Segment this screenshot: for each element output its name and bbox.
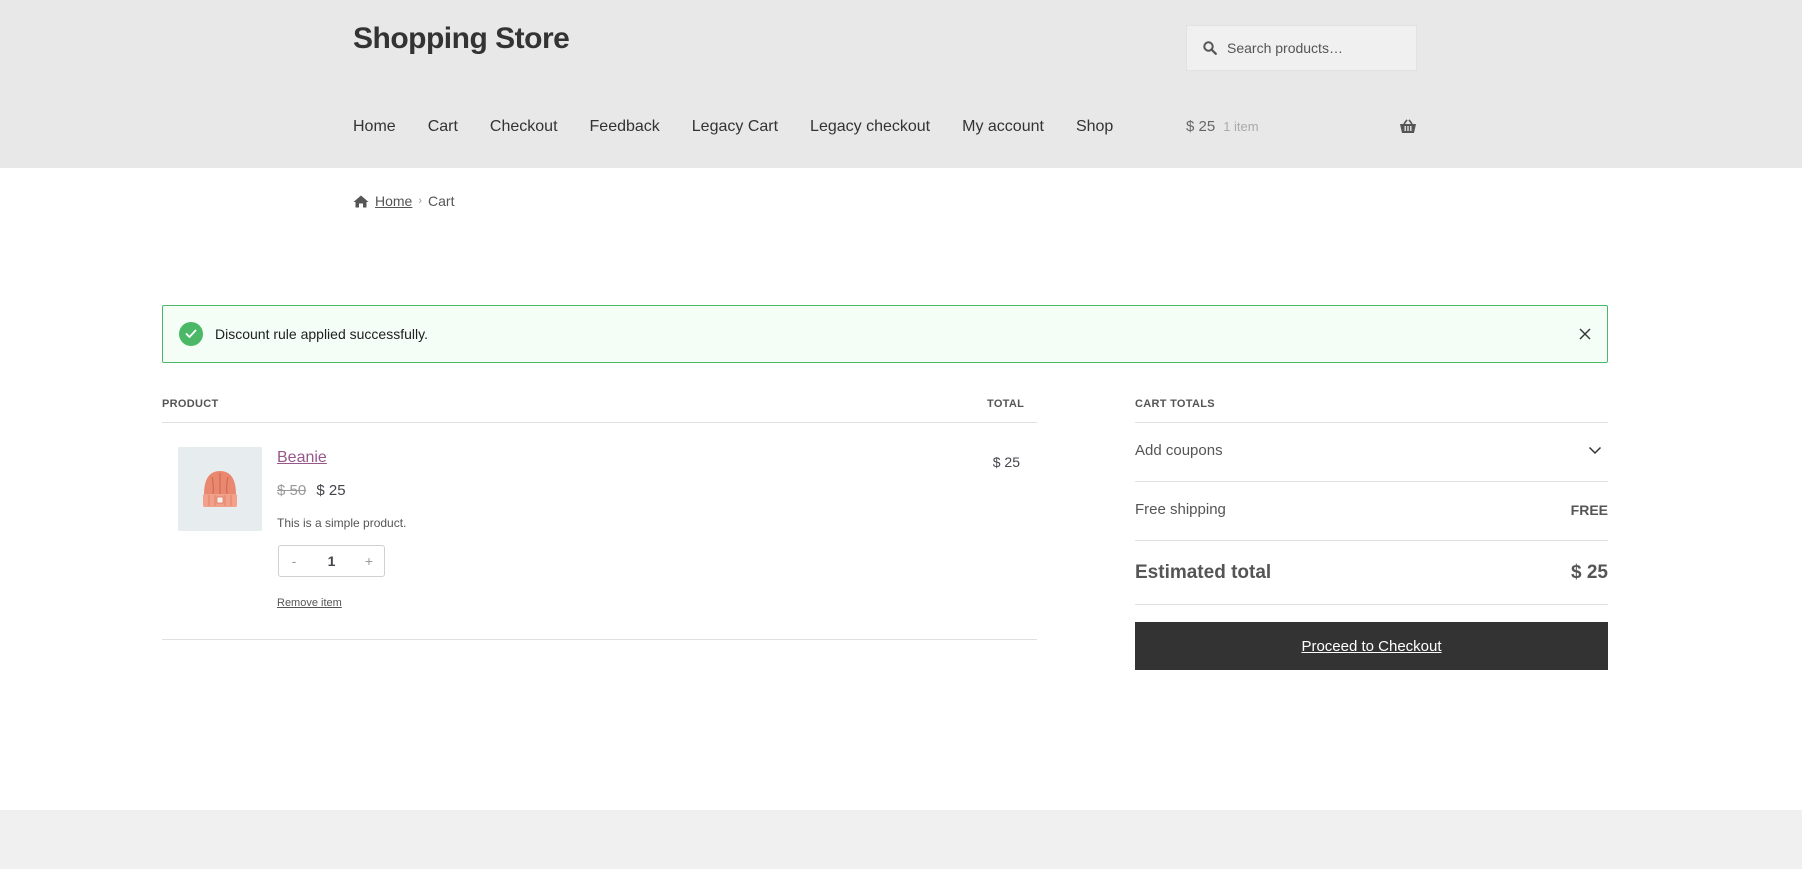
table-header-divider bbox=[162, 422, 1037, 423]
nav-item-home[interactable]: Home bbox=[353, 118, 396, 136]
chevron-down-icon bbox=[1588, 446, 1602, 455]
product-price: $ 50 $ 25 bbox=[277, 482, 346, 499]
totals-divider bbox=[1135, 422, 1608, 423]
table-footer-divider bbox=[162, 639, 1037, 640]
primary-nav: Home Cart Checkout Feedback Legacy Cart … bbox=[353, 118, 1113, 136]
home-icon bbox=[353, 195, 369, 207]
line-total: $ 25 bbox=[992, 454, 1020, 470]
totals-divider bbox=[1135, 540, 1608, 541]
column-header-product: PRODUCT bbox=[162, 398, 219, 410]
breadcrumb: Home › Cart bbox=[353, 193, 454, 209]
notice-message: Discount rule applied successfully. bbox=[215, 326, 428, 342]
nav-item-legacy-checkout[interactable]: Legacy checkout bbox=[810, 118, 930, 136]
quantity-input[interactable] bbox=[311, 552, 352, 570]
site-header: Shopping Store Home Cart Checkout Feedba… bbox=[0, 0, 1802, 168]
nav-item-my-account[interactable]: My account bbox=[962, 118, 1044, 136]
shipping-row: Free shipping FREE bbox=[1135, 501, 1608, 518]
breadcrumb-separator: › bbox=[418, 195, 423, 207]
beanie-image bbox=[203, 471, 237, 507]
search-icon bbox=[1203, 41, 1217, 55]
estimated-total-label: Estimated total bbox=[1135, 562, 1272, 583]
site-title[interactable]: Shopping Store bbox=[353, 22, 570, 56]
product-thumbnail[interactable] bbox=[178, 447, 262, 531]
mini-cart-count: 1 item bbox=[1223, 119, 1259, 134]
nav-item-cart[interactable]: Cart bbox=[428, 118, 458, 136]
breadcrumb-home-link[interactable]: Home bbox=[375, 193, 412, 209]
success-notice: Discount rule applied successfully. bbox=[162, 305, 1608, 363]
breadcrumb-current: Cart bbox=[428, 193, 455, 209]
remove-item-link[interactable]: Remove item bbox=[277, 597, 342, 609]
nav-item-legacy-cart[interactable]: Legacy Cart bbox=[692, 118, 778, 136]
site-footer bbox=[0, 810, 1802, 869]
nav-item-checkout[interactable]: Checkout bbox=[490, 118, 558, 136]
regular-price: $ 50 bbox=[277, 482, 307, 499]
estimated-total-row: Estimated total $ 25 bbox=[1135, 562, 1608, 584]
add-coupons-label: Add coupons bbox=[1135, 442, 1223, 459]
close-icon[interactable] bbox=[1579, 328, 1591, 340]
mini-cart[interactable]: $ 25 1 item bbox=[1186, 118, 1417, 135]
quantity-stepper: - + bbox=[278, 545, 385, 577]
totals-divider bbox=[1135, 481, 1608, 482]
mini-cart-amount: $ 25 bbox=[1186, 118, 1216, 135]
shipping-value: FREE bbox=[1570, 501, 1608, 518]
nav-item-shop[interactable]: Shop bbox=[1076, 118, 1113, 136]
basket-icon bbox=[1400, 119, 1416, 133]
product-name-link[interactable]: Beanie bbox=[277, 449, 327, 467]
totals-divider bbox=[1135, 604, 1608, 605]
add-coupons-toggle[interactable]: Add coupons bbox=[1135, 442, 1608, 459]
quantity-increase-button[interactable]: + bbox=[354, 553, 384, 569]
shipping-label: Free shipping bbox=[1135, 501, 1226, 518]
cart-totals-heading: CART TOTALS bbox=[1135, 398, 1215, 410]
search-input[interactable] bbox=[1225, 39, 1405, 57]
nav-item-feedback[interactable]: Feedback bbox=[590, 118, 660, 136]
column-header-total: TOTAL bbox=[987, 398, 1025, 410]
checkmark-icon bbox=[179, 322, 203, 346]
product-description: This is a simple product. bbox=[277, 516, 407, 530]
estimated-total-value: $ 25 bbox=[1571, 562, 1608, 583]
quantity-decrease-button[interactable]: - bbox=[279, 553, 309, 569]
search-box[interactable] bbox=[1186, 25, 1417, 71]
sale-price: $ 25 bbox=[316, 482, 346, 499]
proceed-to-checkout-button[interactable]: Proceed to Checkout bbox=[1135, 622, 1608, 670]
